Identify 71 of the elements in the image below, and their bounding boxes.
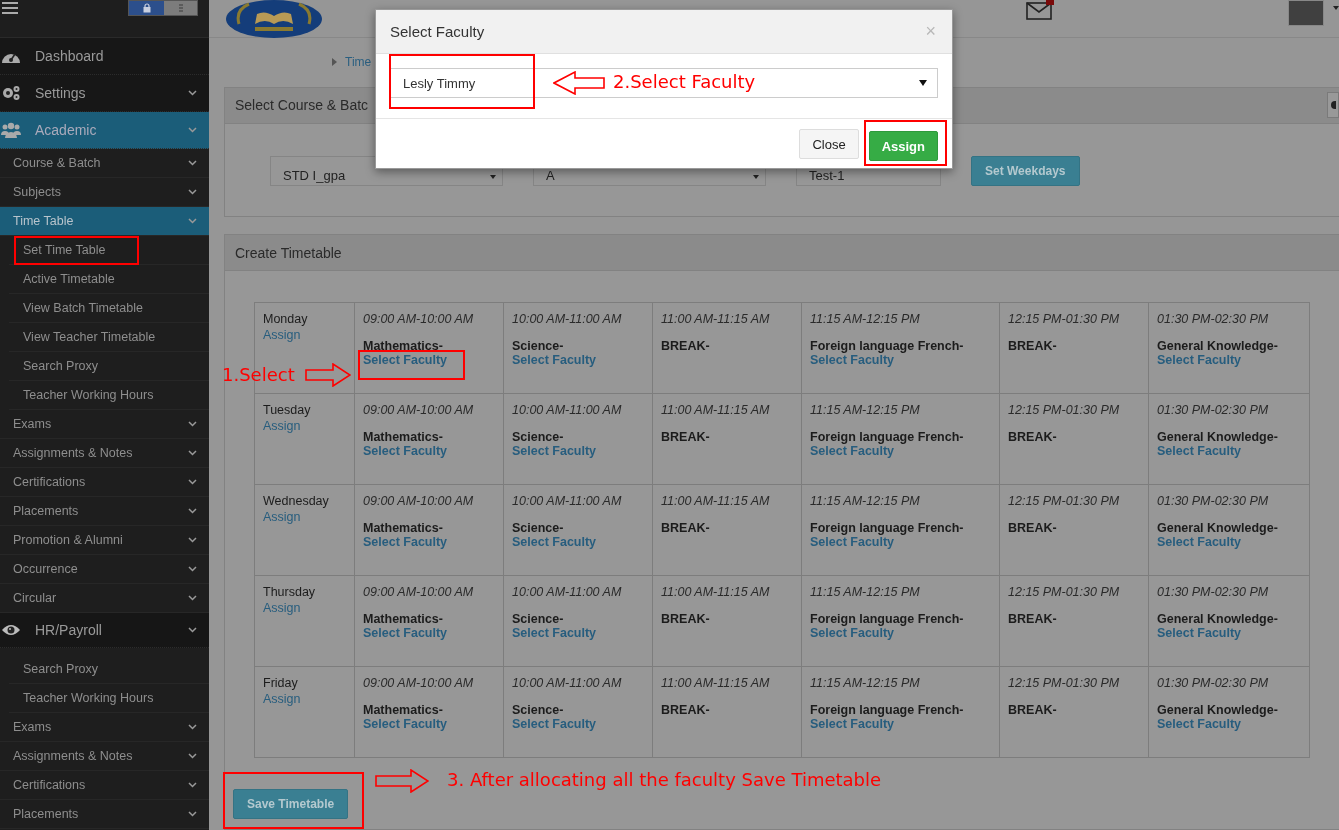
subject-label: Mathematics- xyxy=(363,703,444,717)
subject-label: BREAK- xyxy=(1008,339,1058,353)
day-label: Thursday xyxy=(263,585,317,599)
time-range: 11:15 AM-12:15 PM xyxy=(810,312,921,326)
day-label: Monday xyxy=(263,312,309,326)
subject-label: Foreign language French- xyxy=(810,612,965,626)
time-range: 10:00 AM-11:00 AM xyxy=(512,494,623,508)
subject-label: General Knowledge- xyxy=(1157,339,1279,353)
time-range: 11:15 AM-12:15 PM xyxy=(810,585,921,599)
subject-label: Foreign language French- xyxy=(810,339,965,353)
subject-label: BREAK- xyxy=(661,339,711,353)
time-range: 10:00 AM-11:00 AM xyxy=(512,312,623,326)
subject-label: BREAK- xyxy=(661,521,711,535)
time-range: 12:15 PM-01:30 PM xyxy=(1008,676,1121,690)
time-range: 09:00 AM-10:00 AM xyxy=(363,312,475,326)
time-range: 11:00 AM-11:15 AM xyxy=(661,676,771,690)
time-range: 09:00 AM-10:00 AM xyxy=(363,585,475,599)
subject-label: Science- xyxy=(512,521,565,535)
time-range: 11:00 AM-11:15 AM xyxy=(661,403,771,417)
time-range: 01:30 PM-02:30 PM xyxy=(1157,494,1270,508)
subject-label: Science- xyxy=(512,430,565,444)
time-range: 11:00 AM-11:15 AM xyxy=(661,585,771,599)
subject-label: BREAK- xyxy=(1008,703,1058,717)
subject-label: BREAK- xyxy=(1008,430,1058,444)
time-range: 10:00 AM-11:00 AM xyxy=(512,585,623,599)
subject-label: General Knowledge- xyxy=(1157,703,1279,717)
subject-label: Mathematics- xyxy=(363,612,444,626)
subject-label: Foreign language French- xyxy=(810,703,965,717)
time-range: 09:00 AM-10:00 AM xyxy=(363,403,475,417)
time-range: 01:30 PM-02:30 PM xyxy=(1157,585,1270,599)
subject-label: BREAK- xyxy=(661,612,711,626)
time-range: 11:15 AM-12:15 PM xyxy=(810,403,921,417)
time-range: 10:00 AM-11:00 AM xyxy=(512,403,623,417)
panel-title: Create Timetable xyxy=(235,244,342,261)
annotation-text: 3. After allocating all the faculty Save Timetable xyxy=(447,769,882,790)
day-label: Friday xyxy=(263,676,299,690)
subject-label: Mathematics- xyxy=(363,521,444,535)
annotation-text: 1.Select xyxy=(222,364,295,385)
dialog-title: Select Faculty xyxy=(390,23,485,40)
subject-label: Foreign language French- xyxy=(810,521,965,535)
time-range: 12:15 PM-01:30 PM xyxy=(1008,494,1121,508)
callout-tooltip: 2.Select Faculty xyxy=(611,71,758,92)
time-range: 09:00 AM-10:00 AM xyxy=(363,676,475,690)
subject-label: General Knowledge- xyxy=(1157,612,1279,626)
time-range: 10:00 AM-11:00 AM xyxy=(512,676,623,690)
time-range: 11:00 AM-11:15 AM xyxy=(661,312,771,326)
time-range: 11:15 AM-12:15 PM xyxy=(810,494,921,508)
time-range: 12:15 PM-01:30 PM xyxy=(1008,403,1121,417)
subject-label: BREAK- xyxy=(661,430,711,444)
subject-label: Mathematics- xyxy=(363,339,444,353)
day-label: Tuesday xyxy=(263,403,312,417)
time-range: 11:15 AM-12:15 PM xyxy=(810,676,921,690)
time-range: 01:30 PM-02:30 PM xyxy=(1157,676,1270,690)
time-range: 09:00 AM-10:00 AM xyxy=(363,494,475,508)
panel-title: Select Course & Batc xyxy=(235,97,369,114)
subject-label: Science- xyxy=(512,612,565,626)
time-range: 12:15 PM-01:30 PM xyxy=(1008,585,1121,599)
subject-label: BREAK- xyxy=(1008,612,1058,626)
subject-label: General Knowledge- xyxy=(1157,521,1279,535)
subject-label: BREAK- xyxy=(661,703,711,717)
day-label: Wednesday xyxy=(263,494,330,508)
time-range: 12:15 PM-01:30 PM xyxy=(1008,312,1121,326)
subject-label: BREAK- xyxy=(1008,521,1058,535)
time-range: 01:30 PM-02:30 PM xyxy=(1157,312,1270,326)
subject-label: Foreign language French- xyxy=(810,430,965,444)
subject-label: Science- xyxy=(512,339,565,353)
subject-label: Mathematics- xyxy=(363,430,444,444)
time-range: 11:00 AM-11:15 AM xyxy=(661,494,771,508)
subject-label: Science- xyxy=(512,703,565,717)
time-range: 01:30 PM-02:30 PM xyxy=(1157,403,1270,417)
subject-label: General Knowledge- xyxy=(1157,430,1279,444)
